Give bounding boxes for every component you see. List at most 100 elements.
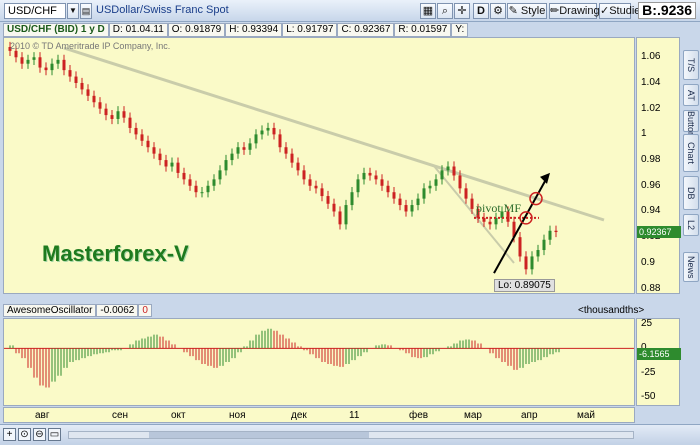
candle-body	[542, 239, 546, 251]
price-axis[interactable]: 1.061.041.0210.980.960.940.920.90.880.92…	[636, 37, 681, 294]
settings-icon[interactable]: ⚙	[490, 3, 506, 19]
candle-body	[548, 230, 552, 240]
info-low: L: 0.91797	[282, 23, 338, 37]
price-tick: 1.04	[641, 76, 661, 88]
oscillator-tick: -50	[641, 391, 656, 403]
candle-body	[56, 59, 60, 64]
price-tick: 0.9	[641, 256, 655, 268]
time-tick: апр	[521, 410, 538, 421]
grid-icon[interactable]: ▦	[420, 3, 436, 19]
candle-body	[434, 179, 438, 186]
candle-body	[344, 205, 348, 225]
candle-body	[110, 115, 114, 119]
candle-body	[290, 153, 294, 163]
time-tick: ноя	[229, 410, 246, 421]
candle-body	[362, 172, 366, 180]
oscillator-header: AwesomeOscillator -0.0062 0	[3, 304, 635, 317]
oscillator-zero: 0	[138, 304, 152, 317]
candle-body	[488, 221, 492, 225]
drawings-button[interactable]: ✏Drawings	[549, 3, 605, 19]
zoom-reset-icon[interactable]: ⊙	[18, 428, 31, 441]
candle-body	[524, 256, 528, 270]
info-range: R: 0.01597	[394, 23, 452, 37]
candle-body	[368, 172, 372, 176]
candle-body	[326, 196, 330, 204]
time-tick: май	[577, 410, 596, 421]
candle-body	[410, 205, 414, 212]
info-high: H: 0.93394	[225, 23, 283, 37]
candle-body	[374, 175, 378, 180]
symbol-text: USD/CHF	[8, 5, 57, 17]
price-tick: 1.06	[641, 51, 661, 63]
side-tab-chart[interactable]: Chart	[683, 134, 699, 172]
side-tab-buttons[interactable]: Buttons	[683, 110, 699, 142]
candle-body	[440, 170, 444, 180]
price-value: .9236	[656, 2, 692, 18]
side-tab-ts[interactable]: T/S	[683, 50, 699, 80]
candle-body	[152, 147, 156, 154]
candle-body	[260, 130, 264, 135]
price-chart[interactable]: 2010 © TD Ameritrade IP Company, Inc. Mas…	[3, 37, 635, 294]
crosshair-icon[interactable]: ✛	[454, 3, 470, 19]
expand-icon[interactable]: ▭	[48, 428, 61, 441]
candle-body	[230, 153, 234, 161]
side-tab-l2[interactable]: L2	[683, 214, 699, 236]
price-tick: 0.94	[641, 205, 661, 217]
drawings-icon: ✏	[550, 5, 560, 17]
toolbar: USD/CHF ▼ ▤ USDollar/Swiss Franc Spot ▦ ⌕ ✛ D ⚙ ✎…	[0, 0, 700, 22]
symbol-dropdown-icon[interactable]: ▼	[67, 3, 79, 19]
copyright-text: 2010 © TD Ameritrade IP Company, Inc.	[10, 41, 171, 51]
oscillator-name[interactable]: AwesomeOscillator	[3, 304, 97, 317]
candle-body	[422, 188, 426, 199]
aggregation-d-button[interactable]: D	[473, 3, 489, 19]
oscillator-chart[interactable]	[3, 318, 635, 406]
studies-icon: ✓	[600, 5, 610, 17]
info-open: O: 0.91879	[167, 23, 226, 37]
candle-body	[26, 59, 30, 64]
candle-body	[380, 179, 384, 186]
candle-body	[428, 185, 432, 189]
zoom-out-icon[interactable]: ⊖	[33, 428, 46, 441]
candle-body	[284, 147, 288, 154]
candle-body	[182, 172, 186, 180]
candle-body	[464, 188, 468, 199]
candle-body	[356, 179, 360, 193]
symbol-lookup-icon[interactable]: ▤	[80, 3, 92, 19]
sep	[526, 3, 530, 19]
side-tab-at[interactable]: AT	[683, 84, 699, 106]
candle-body	[452, 166, 456, 176]
candle-body	[392, 192, 396, 199]
info-date: D: 01.04.11	[108, 23, 168, 37]
symbol-period: USD/CHF (BID) 1 y D	[3, 23, 109, 37]
scrollbar-thumb[interactable]	[149, 432, 369, 438]
candle-body	[536, 250, 540, 257]
candle-body	[32, 57, 36, 60]
candle-body	[308, 179, 312, 186]
candle-body	[338, 211, 342, 225]
zoom-in-icon[interactable]: +	[3, 428, 16, 441]
candle-body	[116, 111, 120, 119]
oscillator-tick: -25	[641, 366, 656, 378]
time-scrollbar[interactable]	[68, 431, 634, 439]
side-tab-db[interactable]: DB	[683, 176, 699, 210]
candle-body	[164, 160, 168, 167]
candle-body	[446, 166, 450, 171]
zoom-icon[interactable]: ⌕	[437, 3, 453, 19]
oscillator-axis[interactable]: 250-25-50-6.1565	[636, 317, 681, 406]
price-tick: 0.98	[641, 154, 661, 166]
candle-body	[458, 175, 462, 189]
oscillator-tick: 25	[641, 317, 653, 329]
price-prefix: B:	[642, 2, 657, 18]
side-tab-news[interactable]: News	[683, 252, 699, 282]
candle-body	[302, 170, 306, 180]
studies-button[interactable]: ✓Studies	[599, 3, 646, 19]
candle-body	[314, 185, 318, 189]
candle-body	[38, 57, 42, 68]
symbol-input[interactable]: USD/CHF	[4, 3, 66, 19]
oscillator-last-marker: -6.1565	[637, 348, 681, 361]
time-axis[interactable]: авг сен окт ноя дек 11 фев мар апр май	[3, 407, 635, 423]
candle-body	[236, 147, 240, 154]
candle-body	[398, 198, 402, 206]
info-bar: USD/CHF (BID) 1 y D D: 01.04.11 O: 0.91879…	[3, 23, 635, 37]
time-tick: фев	[409, 410, 429, 421]
